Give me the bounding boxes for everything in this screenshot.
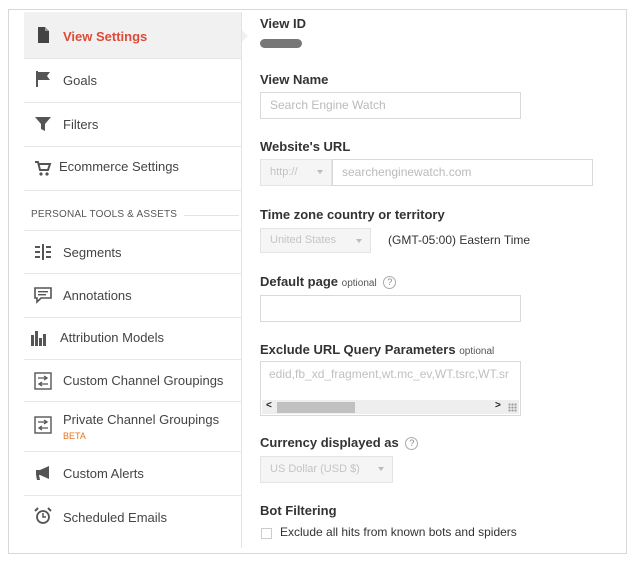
help-icon[interactable]: ? [383,276,397,289]
active-item-pointer [241,29,248,43]
currency-dropdown[interactable]: US Dollar (USD $) [260,456,393,483]
exclude-params-value: edid,fb_xd_fragment,wt.mc_ev,WT.tsrc,WT.… [269,367,509,381]
megaphone-icon [36,466,49,480]
bot-filtering-checkbox[interactable] [261,528,272,539]
timezone-country-value: United States [270,234,337,246]
flag-icon [36,71,50,87]
sidebar-item-label: Attribution Models [60,330,165,345]
document-icon [38,27,49,43]
optional-tag: optional [341,278,377,289]
sidebar-item-label: View Settings [63,29,148,44]
sidebar-divider [241,12,242,548]
section-divider [184,215,239,216]
sidebar-item-label: Goals [63,73,97,88]
sidebar-item-custom-channel-groupings[interactable]: Custom Channel Groupings [24,360,241,402]
sidebar-item-label: Ecommerce Settings [59,159,179,174]
bot-filtering-checkbox-label[interactable]: Exclude all hits from known bots and spi… [280,525,517,539]
segments-icon [35,244,51,260]
timezone-value: (GMT-05:00) Eastern Time [388,233,531,247]
sidebar-item-annotations[interactable]: Annotations [24,274,241,318]
sidebar-item-private-channel-groupings[interactable]: Private Channel Groupings BETA [24,402,241,452]
chevron-down-icon [378,467,384,471]
optional-tag: optional [459,346,495,357]
sidebar-item-label: Segments [63,245,122,260]
funnel-icon [35,117,51,131]
website-url-label: Website's URL [260,139,351,154]
sidebar-item-filters[interactable]: Filters [24,103,241,147]
sidebar-item-goals[interactable]: Goals [24,59,241,103]
chevron-down-icon [317,170,323,174]
beta-badge: BETA [63,431,86,441]
protocol-value: http:// [270,166,298,178]
sidebar-item-attribution-models[interactable]: Attribution Models [24,318,241,360]
view-name-label: View Name [260,72,329,87]
comment-icon [34,287,52,304]
default-page-label-text: Default page [260,274,339,289]
currency-label-text: Currency displayed as [260,435,399,450]
sidebar-item-label: Annotations [63,288,132,303]
scroll-right-icon[interactable]: > [495,400,501,411]
sidebar-item-label: Custom Alerts [63,466,144,481]
view-name-input[interactable]: Search Engine Watch [260,92,521,119]
bot-filtering-label: Bot Filtering [260,503,337,518]
sidebar-item-custom-alerts[interactable]: Custom Alerts [24,452,241,496]
timezone-country-dropdown[interactable]: United States [260,228,371,253]
timezone-label: Time zone country or territory [260,207,445,222]
channel-grouping-icon [34,372,52,390]
channel-grouping-icon [34,416,52,434]
sidebar-item-scheduled-emails[interactable]: Scheduled Emails [24,496,241,540]
protocol-dropdown[interactable]: http:// [260,159,332,186]
currency-value: US Dollar (USD $) [270,463,360,475]
scroll-left-icon[interactable]: < [266,400,272,411]
cart-icon [35,161,52,176]
sidebar-item-label: Private Channel Groupings [63,412,220,427]
default-page-label: Default page optional ? [260,274,397,289]
sidebar-item-view-settings[interactable]: View Settings [24,12,241,59]
default-page-input[interactable] [260,295,521,322]
sidebar-item-label: Filters [63,117,99,132]
alarm-clock-icon [34,507,52,524]
chevron-down-icon [356,239,362,243]
sidebar-item-label: Custom Channel Groupings [63,373,224,388]
help-icon[interactable]: ? [405,437,419,450]
sidebar-item-label: Scheduled Emails [63,510,168,525]
view-id-redacted-value [260,39,302,48]
exclude-params-label: Exclude URL Query Parameters optional [260,342,494,357]
bar-chart-icon [31,331,46,346]
sidebar-item-ecommerce-settings[interactable]: Ecommerce Settings [24,147,241,191]
section-header-personal-tools: PERSONAL TOOLS & ASSETS [31,209,178,220]
horizontal-scrollbar[interactable]: < > [262,400,519,414]
sidebar-item-segments[interactable]: Segments [24,230,241,274]
exclude-params-textarea[interactable]: edid,fb_xd_fragment,wt.mc_ev,WT.tsrc,WT.… [260,361,521,416]
exclude-params-label-text: Exclude URL Query Parameters [260,342,456,357]
resize-grip-icon[interactable] [508,403,517,412]
currency-label: Currency displayed as ? [260,435,419,450]
scrollbar-thumb[interactable] [277,402,355,413]
view-id-label: View ID [260,16,307,31]
website-url-input[interactable]: searchenginewatch.com [332,159,593,186]
